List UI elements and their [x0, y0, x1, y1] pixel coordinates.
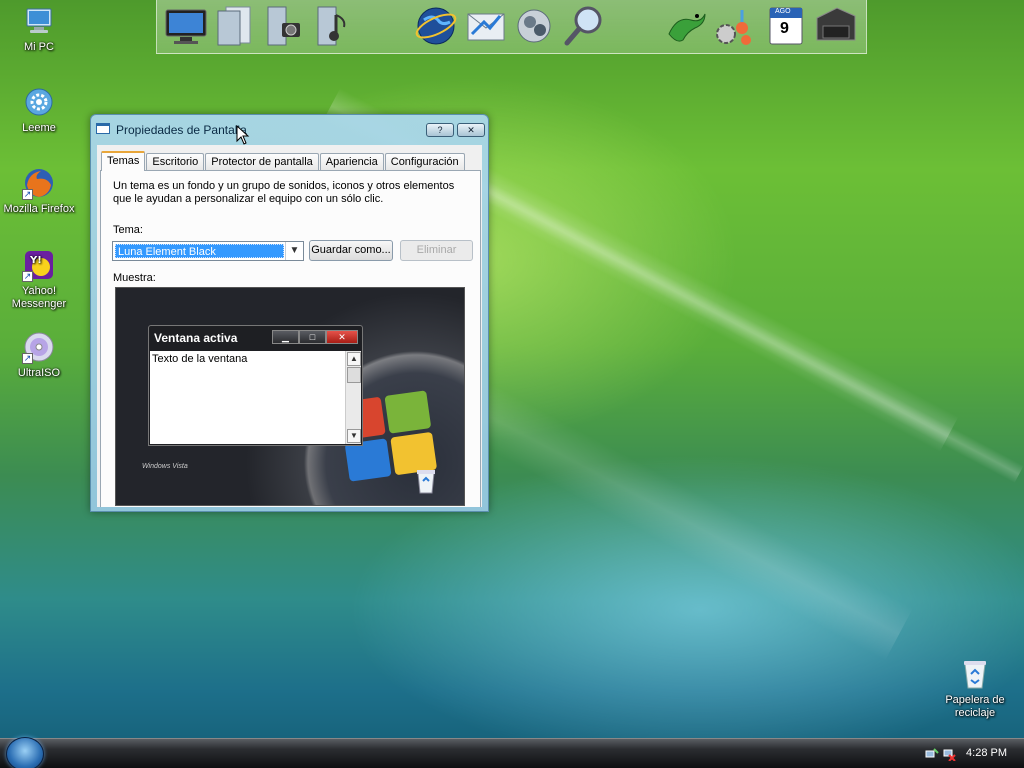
network-disconnected-icon[interactable]: [942, 747, 956, 761]
preview-window-controls: ▁ □ ✕: [272, 330, 358, 344]
shortcut-arrow-icon: ↗: [22, 271, 33, 282]
preview-window-body: Texto de la ventana ▲ ▼: [150, 351, 361, 444]
tab-panel-temas: Un tema es un fondo y un grupo de sonido…: [100, 170, 481, 507]
shortcut-arrow-icon: ↗: [22, 353, 33, 364]
music-icon[interactable]: [311, 3, 357, 49]
globe-icon[interactable]: [413, 3, 459, 49]
svg-text:Y!: Y!: [29, 255, 42, 266]
scroll-thumb: [347, 367, 361, 383]
desktop-icon-label: Yahoo! Messenger: [11, 285, 67, 310]
top-dock: AGO 9: [156, 0, 867, 54]
theme-description: Un tema es un fondo y un grupo de sonido…: [113, 180, 455, 205]
computer-icon: [22, 4, 56, 38]
chevron-down-icon[interactable]: ▼: [285, 242, 303, 260]
desktop-icon-ultraiso[interactable]: ↗ UltraISO: [0, 330, 78, 380]
taskbar: 4:28 PM: [0, 737, 1024, 768]
desktop-icon-label: Papelera de reciclaje: [945, 694, 1005, 719]
tab-configuracion[interactable]: Configuración: [384, 153, 465, 171]
window-client: Temas Escritorio Protector de pantalla A…: [97, 145, 482, 507]
preview-scrollbar: ▲ ▼: [345, 351, 361, 444]
desktop-icon-label: Leeme: [22, 122, 56, 134]
display-properties-window: Propiedades de Pantalla ? ✕ Temas Escrit…: [90, 114, 489, 512]
desktop-icon-leeme[interactable]: Leeme: [0, 85, 78, 135]
mouse-cursor-icon: [236, 125, 250, 145]
documents-icon[interactable]: [211, 3, 257, 49]
desktop-icon-firefox[interactable]: ↗ Mozilla Firefox: [0, 166, 78, 216]
tab-escritorio[interactable]: Escritorio: [146, 153, 205, 171]
scroll-up-icon: ▲: [347, 352, 361, 366]
preview-active-window: Ventana activa ▁ □ ✕ Texto de la ventana…: [148, 325, 363, 446]
close-button[interactable]: ✕: [457, 123, 485, 137]
recycle-bin-icon: [417, 470, 435, 494]
calendar-day: 9: [780, 20, 789, 37]
window-title: Propiedades de Pantalla: [116, 123, 247, 137]
close-icon: ✕: [326, 330, 358, 344]
monitor-icon[interactable]: [163, 3, 209, 49]
yahoo-messenger-icon: Y! ↗: [22, 248, 56, 282]
tab-strip: Temas Escritorio Protector de pantalla A…: [101, 151, 466, 171]
scroll-down-icon: ▼: [347, 429, 361, 443]
gear-icon: [22, 85, 56, 119]
theme-select-value: Luna Element Black: [115, 244, 284, 258]
preview-brand-text: Windows Vista: [142, 463, 188, 470]
desktop-icon-label: Mozilla Firefox: [3, 203, 75, 215]
pictures-icon[interactable]: [261, 3, 307, 49]
display-icon: [96, 123, 110, 134]
messenger-icon[interactable]: [511, 3, 557, 49]
maximize-icon: □: [299, 330, 326, 344]
theme-preview: Ventana activa ▁ □ ✕ Texto de la ventana…: [115, 287, 465, 506]
theme-label: Tema:: [113, 224, 143, 236]
network-icon[interactable]: [925, 747, 939, 761]
theme-select[interactable]: Luna Element Black ▼: [112, 241, 304, 261]
sample-label: Muestra:: [113, 272, 156, 284]
delete-button[interactable]: Eliminar: [400, 240, 473, 261]
printer-icon[interactable]: [813, 3, 859, 49]
mail-icon[interactable]: [463, 3, 509, 49]
taskbar-clock[interactable]: 4:28 PM: [966, 747, 1007, 759]
desktop-icon-mi-pc[interactable]: Mi PC: [0, 4, 78, 54]
calendar-icon[interactable]: AGO 9: [763, 3, 809, 49]
desktop-icon-label: UltraISO: [17, 367, 61, 379]
minimize-icon: ▁: [272, 330, 299, 344]
firefox-icon: ↗: [22, 166, 56, 200]
wallpaper-streak: [396, 136, 1024, 484]
save-as-button[interactable]: Guardar como...: [309, 240, 393, 261]
preview-window-text: Texto de la ventana: [152, 353, 248, 365]
settings-icon[interactable]: [711, 3, 757, 49]
preview-window-title: Ventana activa: [154, 331, 238, 345]
shortcut-arrow-icon: ↗: [22, 189, 33, 200]
tab-temas[interactable]: Temas: [101, 151, 146, 171]
search-icon[interactable]: [561, 3, 607, 49]
tab-protector-de-pantalla[interactable]: Protector de pantalla: [205, 153, 319, 171]
disc-icon: ↗: [22, 330, 56, 364]
recycle-bin-icon: [958, 657, 992, 691]
start-button[interactable]: [6, 737, 44, 768]
window-titlebar[interactable]: Propiedades de Pantalla ? ✕: [91, 115, 488, 145]
tab-apariencia[interactable]: Apariencia: [319, 153, 384, 171]
desktop-icon-yahoo-messenger[interactable]: Y! ↗ Yahoo! Messenger: [0, 248, 78, 311]
desktop-icon-recycle-bin[interactable]: Papelera de reciclaje: [936, 657, 1014, 720]
help-button[interactable]: ?: [426, 123, 454, 137]
calendar-month: AGO: [775, 8, 791, 15]
gecko-icon[interactable]: [663, 3, 709, 49]
desktop-icon-label: Mi PC: [24, 41, 54, 53]
